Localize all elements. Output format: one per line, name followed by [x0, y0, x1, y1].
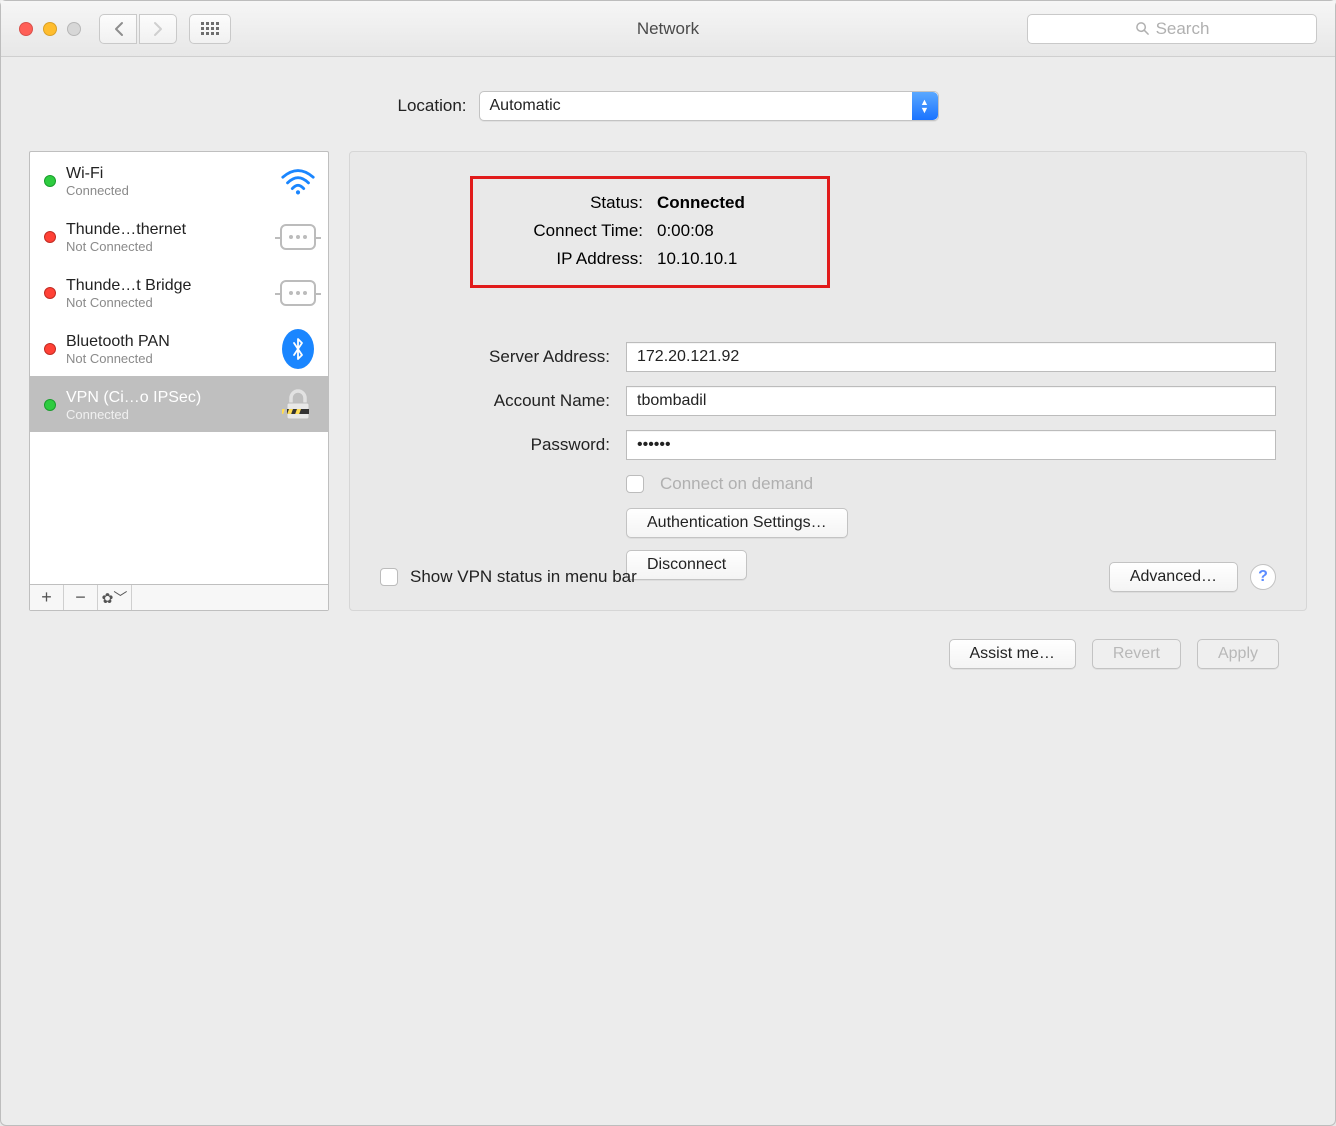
search-icon [1135, 21, 1150, 36]
service-name: Bluetooth PAN [66, 333, 268, 351]
search-input[interactable]: Search [1027, 14, 1317, 44]
connect-time-value: 0:00:08 [657, 217, 714, 245]
service-actions-button[interactable]: ✿﹀ [98, 585, 132, 610]
status-dot [44, 175, 56, 187]
back-button[interactable] [99, 14, 137, 44]
service-item-bluetooth-pan[interactable]: Bluetooth PAN Not Connected [30, 320, 328, 376]
traffic-lights [19, 22, 81, 36]
sidebar-footer: + − ✿﹀ [30, 584, 328, 610]
service-status: Connected [66, 183, 268, 198]
footer-buttons: Assist me… Revert Apply [29, 625, 1307, 669]
service-item-thunderbolt-bridge[interactable]: Thunde…t Bridge Not Connected [30, 264, 328, 320]
location-dropdown[interactable]: Automatic ▲▼ [479, 91, 939, 121]
detail-panel: Status: Connected Connect Time: 0:00:08 … [349, 151, 1307, 611]
location-row: Location: Automatic ▲▼ [29, 91, 1307, 121]
zoom-window-button[interactable] [67, 22, 81, 36]
location-value: Automatic [490, 97, 561, 115]
service-list: Wi-Fi Connected Thunde…thernet Not Conne… [30, 152, 328, 584]
status-highlight-box: Status: Connected Connect Time: 0:00:08 … [470, 176, 830, 288]
account-name-label: Account Name: [380, 391, 610, 411]
show-all-button[interactable] [189, 14, 231, 44]
connect-on-demand-label: Connect on demand [660, 474, 813, 494]
server-address-label: Server Address: [380, 347, 610, 367]
close-window-button[interactable] [19, 22, 33, 36]
service-status: Not Connected [66, 295, 268, 310]
grid-icon [201, 22, 219, 35]
thunderbolt-icon [278, 276, 318, 310]
ip-address-label: IP Address: [495, 245, 643, 273]
service-status: Connected [66, 407, 268, 422]
ip-address-value: 10.10.10.1 [657, 245, 737, 273]
status-dot [44, 343, 56, 355]
service-status: Not Connected [66, 239, 268, 254]
account-name-input[interactable] [626, 386, 1276, 416]
advanced-button[interactable]: Advanced… [1109, 562, 1238, 592]
service-name: Wi-Fi [66, 165, 268, 183]
titlebar: Network Search [1, 1, 1335, 57]
status-label: Status: [495, 189, 643, 217]
show-vpn-menubar-label: Show VPN status in menu bar [410, 567, 637, 587]
connect-time-label: Connect Time: [495, 217, 643, 245]
assist-me-button[interactable]: Assist me… [949, 639, 1076, 669]
content-area: Location: Automatic ▲▼ Wi-Fi Connected [1, 57, 1335, 691]
service-item-wifi[interactable]: Wi-Fi Connected [30, 152, 328, 208]
password-label: Password: [380, 435, 610, 455]
minimize-window-button[interactable] [43, 22, 57, 36]
add-service-button[interactable]: + [30, 585, 64, 610]
password-input[interactable] [626, 430, 1276, 460]
service-name: Thunde…thernet [66, 221, 268, 239]
service-item-vpn[interactable]: VPN (Ci…o IPSec) Connected [30, 376, 328, 432]
service-name: VPN (Ci…o IPSec) [66, 389, 268, 407]
status-dot [44, 287, 56, 299]
lock-icon [278, 388, 318, 422]
server-address-input[interactable] [626, 342, 1276, 372]
revert-button[interactable]: Revert [1092, 639, 1181, 669]
status-dot [44, 399, 56, 411]
help-button[interactable]: ? [1250, 564, 1276, 590]
bluetooth-icon [278, 332, 318, 366]
status-value: Connected [657, 189, 745, 217]
show-vpn-menubar-checkbox[interactable] [380, 568, 398, 586]
search-placeholder: Search [1156, 19, 1210, 39]
dropdown-stepper-icon: ▲▼ [912, 92, 938, 120]
authentication-settings-button[interactable]: Authentication Settings… [626, 508, 848, 538]
preferences-window: Network Search Location: Automatic ▲▼ [0, 0, 1336, 1126]
apply-button[interactable]: Apply [1197, 639, 1279, 669]
location-label: Location: [398, 96, 467, 116]
service-name: Thunde…t Bridge [66, 277, 268, 295]
forward-button[interactable] [139, 14, 177, 44]
service-item-thunderbolt-ethernet[interactable]: Thunde…thernet Not Connected [30, 208, 328, 264]
service-sidebar: Wi-Fi Connected Thunde…thernet Not Conne… [29, 151, 329, 611]
thunderbolt-icon [278, 220, 318, 254]
connect-on-demand-checkbox[interactable] [626, 475, 644, 493]
gear-icon: ✿﹀ [102, 588, 128, 608]
status-dot [44, 231, 56, 243]
service-status: Not Connected [66, 351, 268, 366]
wifi-icon [278, 164, 318, 198]
remove-service-button[interactable]: − [64, 585, 98, 610]
